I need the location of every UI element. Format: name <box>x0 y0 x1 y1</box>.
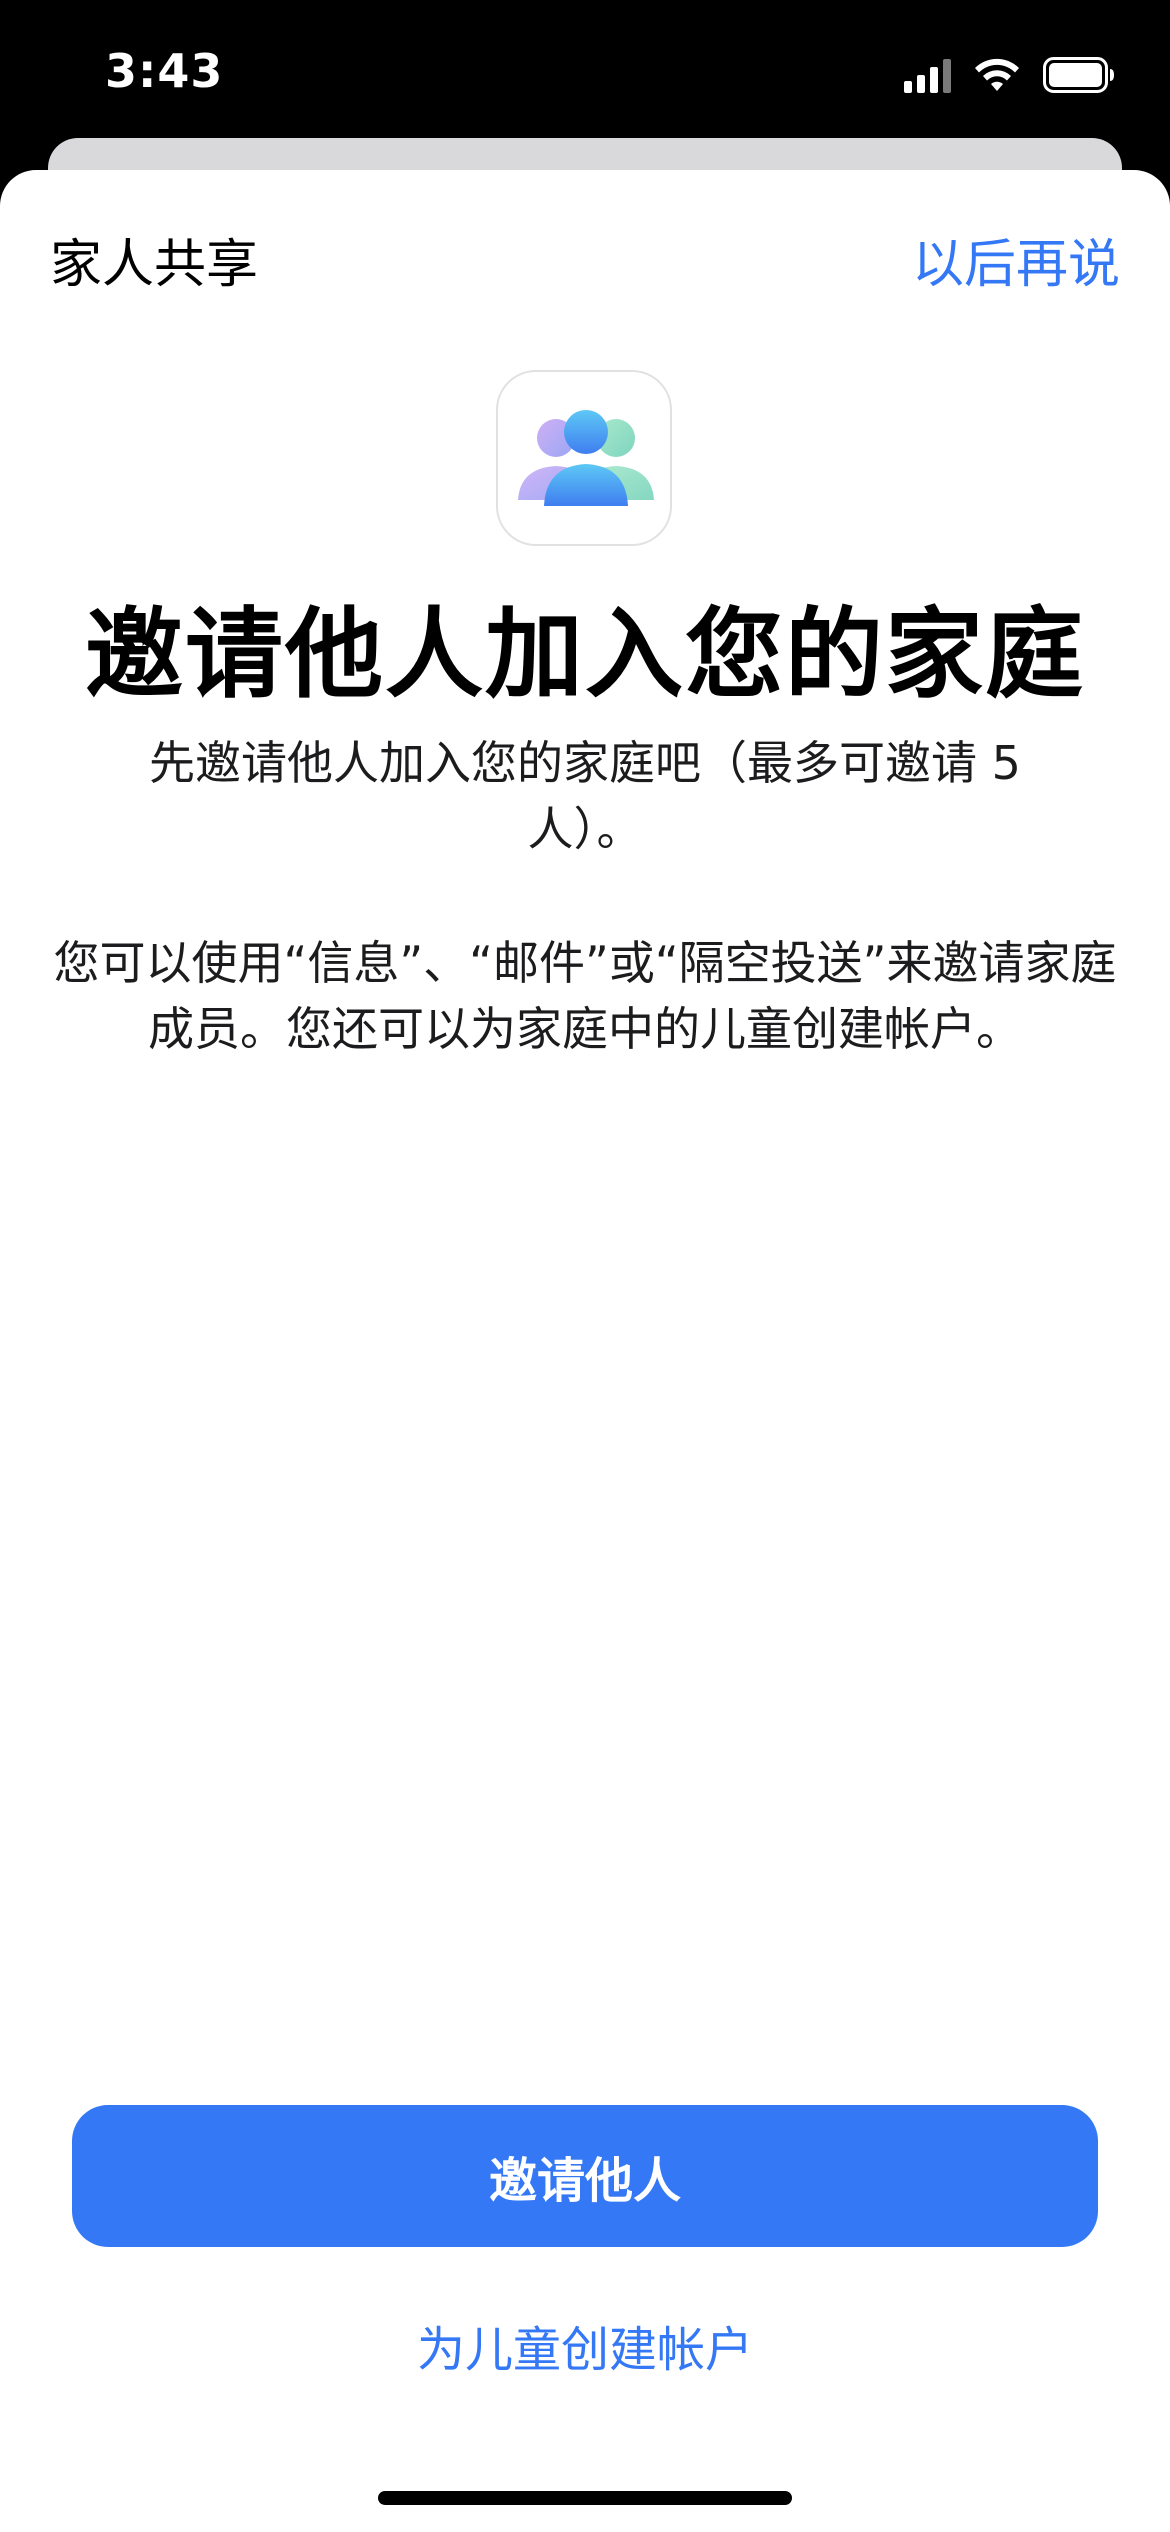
family-sharing-icon <box>496 370 672 546</box>
screen: 3:43 家人共享 以后再说 邀请他人加入您的家庭 先邀请他人加入您的家庭吧（最… <box>0 0 1170 2532</box>
not-now-button[interactable]: 以后再说 <box>912 222 1120 297</box>
wifi-icon <box>973 57 1021 93</box>
status-icons <box>904 50 1115 100</box>
headline: 邀请他人加入您的家庭 <box>84 598 1085 712</box>
create-child-account-button[interactable]: 为儿童创建帐户 <box>0 2310 1170 2380</box>
invite-people-label: 邀请他人 <box>488 2153 681 2209</box>
body-text: 您可以使用“信息”、“邮件”或“隔空投送”来邀请家庭成员。您还可以为家庭中的儿童… <box>53 936 1117 1056</box>
status-bar: 3:43 <box>0 0 1170 150</box>
cellular-signal-icon <box>904 57 951 93</box>
family-sharing-sheet: 家人共享 以后再说 邀请他人加入您的家庭 先邀请他人加入您的家庭吧（最多可邀请 … <box>0 170 1170 2532</box>
subtitle: 先邀请他人加入您的家庭吧（最多可邀请 5 人）。 <box>149 736 1021 856</box>
home-indicator[interactable] <box>378 2491 792 2505</box>
invite-people-button[interactable]: 邀请他人 <box>72 2105 1098 2247</box>
sheet-title: 家人共享 <box>50 235 259 295</box>
battery-icon <box>1043 57 1115 93</box>
status-time: 3:43 <box>105 44 224 98</box>
